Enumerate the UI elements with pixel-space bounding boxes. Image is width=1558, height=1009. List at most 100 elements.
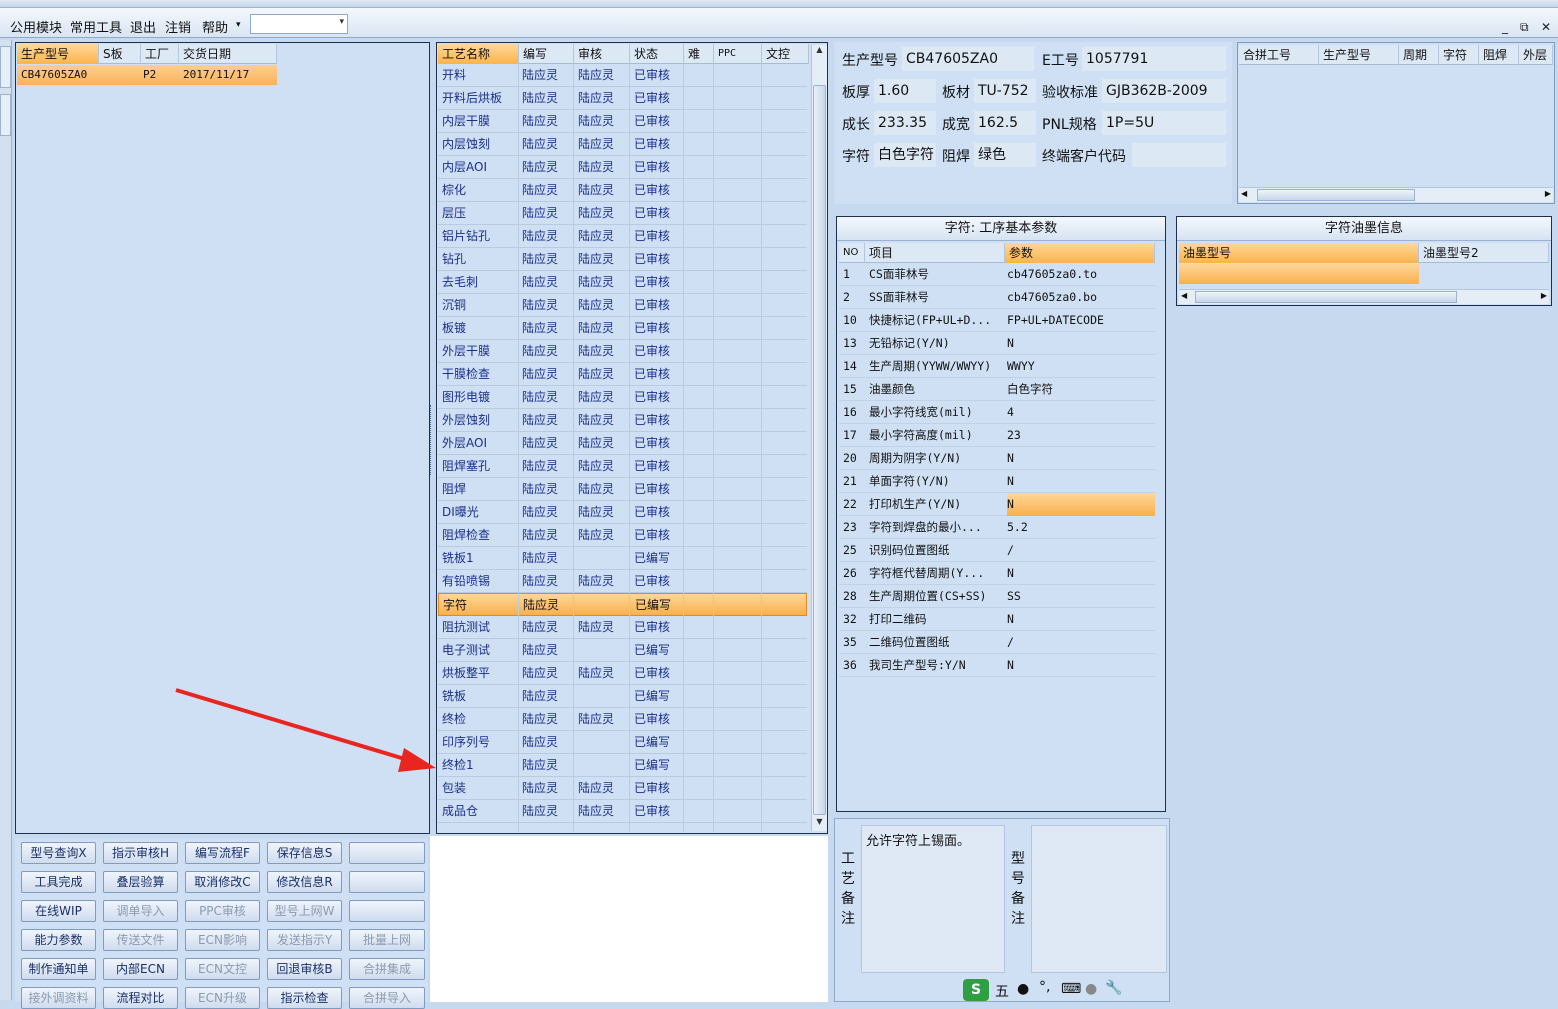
- dock-tab-2[interactable]: [0, 94, 11, 136]
- param-row[interactable]: 15 油墨颜色 白色字符: [839, 378, 1155, 401]
- user-icon[interactable]: ●: [1085, 981, 1097, 997]
- action-button[interactable]: 发送指示Y: [267, 929, 342, 951]
- table-row[interactable]: 沉铜 陆应灵 陆应灵 已审核: [438, 294, 807, 317]
- col-header-param[interactable]: 参数: [1005, 243, 1155, 263]
- action-button[interactable]: PPC审核: [185, 900, 260, 922]
- table-row[interactable]: 钻孔 陆应灵 陆应灵 已审核: [438, 248, 807, 271]
- minimize-button[interactable]: _: [1502, 20, 1508, 34]
- param-row[interactable]: 28 生产周期位置(CS+SS) SS: [839, 585, 1155, 608]
- action-button[interactable]: 指示检查: [267, 987, 342, 1009]
- param-row[interactable]: 16 最小字符线宽(mil) 4: [839, 401, 1155, 424]
- scroll-thumb[interactable]: [813, 85, 826, 815]
- col-header-merge-model[interactable]: 生产型号: [1319, 45, 1399, 65]
- col-header-merge-cycle[interactable]: 周期: [1399, 45, 1439, 65]
- param-row[interactable]: 35 二维码位置图纸 /: [839, 631, 1155, 654]
- table-row[interactable]: 内层蚀刻 陆应灵 陆应灵 已审核: [438, 133, 807, 156]
- param-row[interactable]: 20 周期为阴字(Y/N) N: [839, 447, 1155, 470]
- ink-hscrollbar[interactable]: ◀ ▶: [1179, 289, 1549, 304]
- action-button[interactable]: 指示审核H: [103, 842, 178, 864]
- menu-combo-box[interactable]: ▾: [250, 14, 348, 34]
- field-standard[interactable]: GJB362B-2009: [1102, 79, 1226, 103]
- field-material[interactable]: TU-752: [974, 79, 1036, 103]
- process-scrollbar[interactable]: ▲ ▼: [811, 45, 827, 831]
- menu-exit[interactable]: 退出: [130, 17, 156, 36]
- table-row[interactable]: 终检 陆应灵 陆应灵 已审核: [438, 708, 807, 731]
- action-button[interactable]: 流程对比: [103, 987, 178, 1009]
- action-button[interactable]: ECN文控: [185, 958, 260, 980]
- field-thickness[interactable]: 1.60: [874, 79, 936, 103]
- action-button[interactable]: 合拼导入: [349, 987, 425, 1009]
- col-header-s-board[interactable]: S板: [99, 44, 141, 64]
- col-header-ink-model[interactable]: 油墨型号: [1179, 243, 1419, 263]
- action-button[interactable]: 制作通知单: [21, 958, 96, 980]
- action-button[interactable]: 型号查询X: [21, 842, 96, 864]
- col-header-item[interactable]: 项目: [865, 243, 1005, 263]
- col-header-no[interactable]: NO: [839, 243, 865, 263]
- scroll-thumb[interactable]: [1195, 291, 1457, 303]
- table-row[interactable]: 干膜检查 陆应灵 陆应灵 已审核: [438, 363, 807, 386]
- param-row[interactable]: 2 SS面菲林号 cb47605za0.bo: [839, 286, 1155, 309]
- table-row[interactable]: 印序列号 陆应灵 已编写: [438, 731, 807, 754]
- action-button[interactable]: 能力参数: [21, 929, 96, 951]
- ime-mode[interactable]: 五: [995, 981, 1009, 1001]
- col-header-factory[interactable]: 工厂: [141, 44, 179, 64]
- field-length[interactable]: 233.35: [874, 111, 936, 135]
- table-row[interactable]: 板镀 陆应灵 陆应灵 已审核: [438, 317, 807, 340]
- chevron-down-icon[interactable]: ▾: [339, 17, 344, 27]
- table-row[interactable]: 阻焊检查 陆应灵 陆应灵 已审核: [438, 524, 807, 547]
- action-button[interactable]: 保存信息S: [267, 842, 342, 864]
- field-model[interactable]: CB47605ZA0: [902, 47, 1034, 71]
- table-row[interactable]: 阻抗测试 陆应灵 陆应灵 已审核: [438, 616, 807, 639]
- col-header-merge-no[interactable]: 合拼工号: [1239, 45, 1319, 65]
- table-row[interactable]: 外层干膜 陆应灵 陆应灵 已审核: [438, 340, 807, 363]
- action-button[interactable]: 合拼集成: [349, 958, 425, 980]
- ime-logo-icon[interactable]: S: [963, 979, 989, 1001]
- col-header-due-date[interactable]: 交货日期: [179, 44, 277, 64]
- process-remark-text[interactable]: 允许字符上锡面。: [861, 825, 1005, 973]
- col-header-process[interactable]: 工艺名称: [438, 44, 519, 64]
- table-row[interactable]: 阻焊 陆应灵 陆应灵 已审核: [438, 478, 807, 501]
- param-row[interactable]: 26 字符框代替周期(Y... N: [839, 562, 1155, 585]
- scroll-left-icon[interactable]: ◀: [1241, 189, 1247, 198]
- table-row[interactable]: 内层干膜 陆应灵 陆应灵 已审核: [438, 110, 807, 133]
- action-button[interactable]: [349, 871, 425, 893]
- table-row[interactable]: 铣板1 陆应灵 已编写: [438, 547, 807, 570]
- keyboard-icon[interactable]: ⌨: [1061, 981, 1081, 997]
- param-row[interactable]: 14 生产周期(YYWW/WWYY) WWYY: [839, 355, 1155, 378]
- action-button[interactable]: 工具完成: [21, 871, 96, 893]
- merge-hscrollbar[interactable]: ◀ ▶: [1239, 187, 1553, 202]
- action-button[interactable]: 接外调资料: [21, 987, 96, 1009]
- table-row[interactable]: 烘板整平 陆应灵 陆应灵 已审核: [438, 662, 807, 685]
- col-header-ink-model2[interactable]: 油墨型号2: [1419, 243, 1549, 263]
- col-header-difficulty[interactable]: 难: [684, 44, 714, 64]
- field-character[interactable]: 白色字符: [874, 143, 936, 167]
- model-remark-text[interactable]: [1031, 825, 1167, 973]
- table-row[interactable]: DI曝光 陆应灵 陆应灵 已审核: [438, 501, 807, 524]
- col-header-doc-control[interactable]: 文控: [762, 44, 809, 64]
- col-header-model[interactable]: 生产型号: [17, 44, 99, 64]
- param-row[interactable]: 32 打印二维码 N: [839, 608, 1155, 631]
- action-button[interactable]: 叠层验算: [103, 871, 178, 893]
- field-width[interactable]: 162.5: [974, 111, 1036, 135]
- ink-selected-row[interactable]: [1179, 264, 1419, 284]
- col-header-merge-char[interactable]: 字符: [1439, 45, 1479, 65]
- menu-public-module[interactable]: 公用模块: [10, 17, 62, 36]
- table-row[interactable]: CB47605ZA0 P2 2017/11/17: [17, 65, 277, 85]
- field-eno[interactable]: 1057791: [1082, 47, 1226, 71]
- scroll-down-icon[interactable]: ▼: [813, 817, 826, 831]
- table-row[interactable]: 棕化 陆应灵 陆应灵 已审核: [438, 179, 807, 202]
- col-header-merge-mask[interactable]: 阻焊: [1479, 45, 1519, 65]
- scroll-right-icon[interactable]: ▶: [1541, 291, 1547, 300]
- scroll-right-icon[interactable]: ▶: [1545, 189, 1551, 198]
- field-customer-code[interactable]: [1132, 143, 1226, 167]
- action-button[interactable]: 内部ECN: [103, 958, 178, 980]
- param-row[interactable]: 23 字符到焊盘的最小... 5.2: [839, 516, 1155, 539]
- ime-toolbar[interactable]: S 五 ● °, ⌨ ● 🔧: [961, 979, 1131, 1001]
- table-row[interactable]: 电子测试 陆应灵 已编写: [438, 639, 807, 662]
- action-button[interactable]: 型号上网W: [267, 900, 342, 922]
- param-row[interactable]: 36 我司生产型号:Y/N N: [839, 654, 1155, 677]
- action-button[interactable]: [349, 900, 425, 922]
- action-button[interactable]: ECN影响: [185, 929, 260, 951]
- wrench-icon[interactable]: 🔧: [1105, 980, 1122, 996]
- scroll-up-icon[interactable]: ▲: [813, 45, 826, 59]
